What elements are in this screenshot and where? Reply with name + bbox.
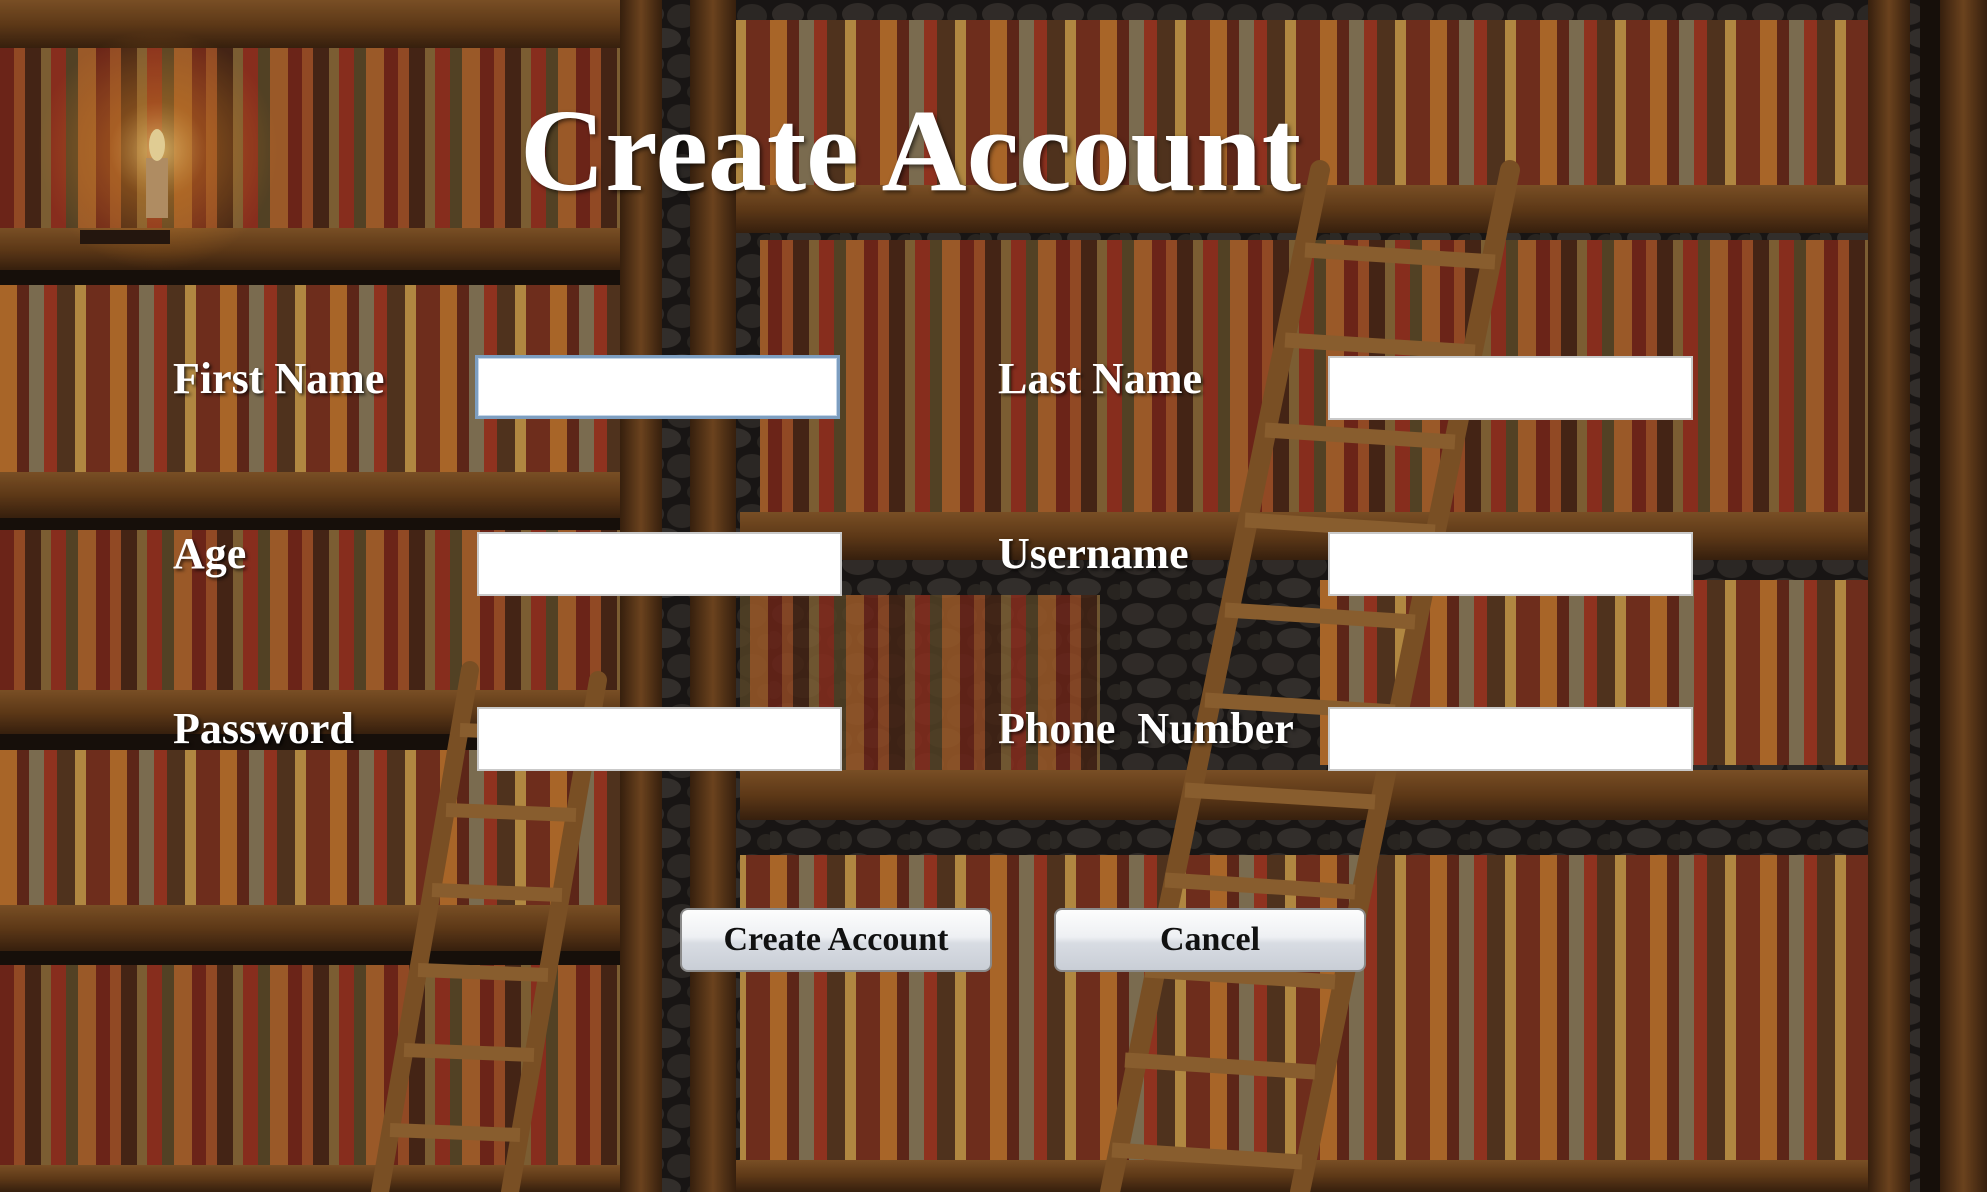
last-name-label: Last Name — [998, 354, 1203, 403]
password-label: Password — [173, 704, 354, 753]
password-field[interactable] — [477, 707, 842, 771]
first-name-field[interactable] — [475, 355, 840, 419]
last-name-field[interactable] — [1328, 356, 1693, 420]
username-label: Username — [998, 529, 1189, 578]
age-label: Age — [173, 529, 247, 578]
cancel-button[interactable]: Cancel — [1054, 908, 1366, 972]
page-title: Create Account — [520, 85, 1302, 216]
create-account-button[interactable]: Create Account — [680, 908, 992, 972]
age-field[interactable] — [477, 532, 842, 596]
phone-number-field[interactable] — [1328, 707, 1693, 771]
first-name-label: First Name — [173, 354, 385, 403]
username-field[interactable] — [1328, 532, 1693, 596]
create-account-window: Create Account First Name Last Name Age … — [0, 0, 1987, 1192]
phone-number-label: Phone Number — [998, 704, 1294, 753]
